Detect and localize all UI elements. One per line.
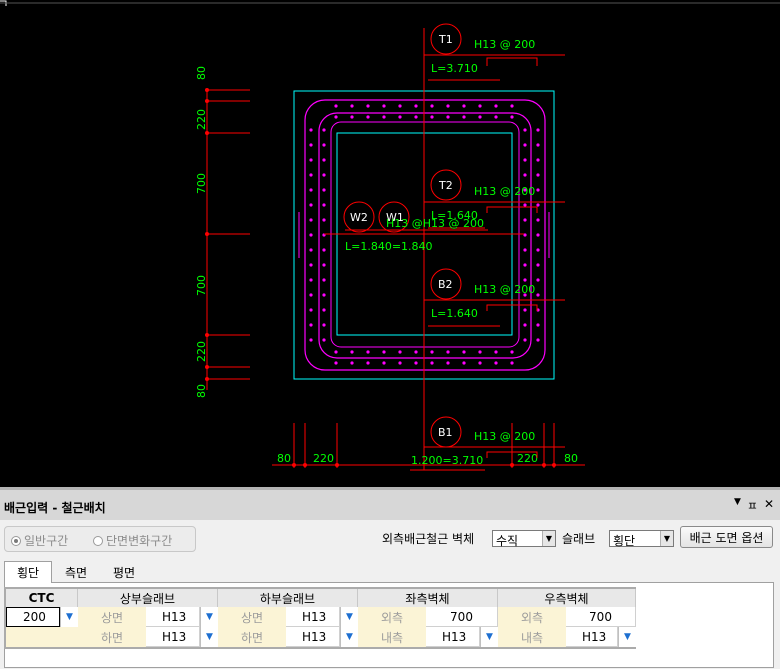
left-dim-6: 80 [195,384,208,398]
slab-value: 횡단 [613,534,636,548]
rebar-label-w: H13 @H13 @ 200 [386,217,484,230]
rebar-label-t1: H13 @ 200 [474,38,535,51]
ctc-empty [6,627,78,647]
inner-rebar-loop [318,112,532,359]
upper-bottom-select[interactable]: H13 [146,627,200,647]
section-type-group: 일반구간 단면변화구간 [4,526,196,552]
left-dim-3: 700 [195,173,208,194]
lower-top-select[interactable]: H13 [286,607,340,627]
right-wall-header: 우측벽체 [498,589,636,607]
ctc-input[interactable]: 200 [6,607,60,627]
rebar-grid: CTC 상부슬래브 하부슬래브 좌측벽체 우측벽체 200 ▼ 상면 H13 ▼… [4,587,636,649]
chevron-down-icon[interactable]: ▼ [480,627,498,647]
left-dim-2: 220 [195,109,208,130]
length-b2: L=1.640 [431,307,478,320]
chevron-down-icon[interactable]: ▼ [200,607,218,627]
lower-bottom-label: 하면 [218,627,286,647]
chevron-down-icon[interactable]: ▼ [340,627,358,647]
left-inner-select[interactable]: H13 [426,627,480,647]
bottom-dim-l2: 220 [313,452,334,465]
rebar-drawing-options-button[interactable]: 배근 도면 옵션 [680,526,773,548]
radio-section-change-label: 단면변화구간 [106,534,173,548]
length-t1: L=3.710 [431,62,478,75]
chevron-down-icon[interactable]: ▼ [618,627,636,647]
upper-slab-header: 상부슬래브 [78,589,218,607]
radio-dot-icon [11,535,21,546]
mark-b2-label: B2 [438,278,453,291]
mark-t2-label: T2 [438,179,453,192]
outer-rebar-loop [304,99,546,371]
length-b1: 1.200=3.710 [411,454,483,467]
left-dim-5: 220 [195,341,208,362]
outer-rebar-label: 외측배근철근 벽체 [382,532,475,546]
rebar-label-b1: H13 @ 200 [474,430,535,443]
tab-side[interactable]: 측면 [54,562,98,582]
left-dim-1: 80 [195,66,208,80]
right-inner-label: 내측 [498,627,566,647]
bottom-dim-l1: 80 [277,452,291,465]
lower-slab-header: 하부슬래브 [218,589,358,607]
chevron-down-icon[interactable]: ▼ [542,531,555,546]
chevron-down-icon[interactable]: ▼ [60,607,78,627]
outer-rebar-value: 수직 [496,534,519,548]
outer-rebar-select[interactable]: 수직 ▼ [492,530,556,548]
rebar-input-panel: 배근입력 - 철근배치 ▼ ㅍ ✕ 일반구간 단면변화구간 외측배근철근 벽체 … [0,487,780,669]
tab-plan[interactable]: 평면 [102,562,146,582]
cad-drawing-area[interactable]: 80 220 700 700 220 80 80 220 220 80 T1 T… [0,0,780,487]
lower-bottom-select[interactable]: H13 [286,627,340,647]
rebar-label-b2: H13 @ 200 [474,283,535,296]
rebar-drawing-canvas[interactable]: 80 220 700 700 220 80 80 220 220 80 T1 T… [0,0,780,487]
right-outer-input[interactable]: 700 [566,607,636,627]
chevron-down-icon[interactable]: ▼ [660,531,673,546]
radio-section-change[interactable]: 단면변화구간 [93,532,172,549]
bottom-dim-r1: 220 [517,452,538,465]
chevron-down-icon[interactable]: ▼ [200,627,218,647]
tab-cross-section[interactable]: 횡단 [4,561,52,583]
slab-select[interactable]: 횡단 ▼ [609,530,674,548]
right-inner-select[interactable]: H13 [566,627,618,647]
upper-top-select[interactable]: H13 [146,607,200,627]
mark-t1-label: T1 [438,33,453,46]
radio-general[interactable]: 일반구간 [11,532,68,549]
slab-label: 슬래브 [562,532,596,546]
right-outer-label: 외측 [498,607,566,627]
left-wall-header: 좌측벽체 [358,589,498,607]
left-inner-label: 내측 [358,627,426,647]
upper-top-label: 상면 [78,607,146,627]
mark-w2-label: W2 [350,211,368,224]
bottom-dim-r2: 80 [564,452,578,465]
radio-dot-icon [93,535,103,546]
radio-general-label: 일반구간 [24,534,69,548]
close-icon[interactable]: ✕ [764,497,774,514]
panel-title: 배근입력 - 철근배치 [4,501,106,515]
upper-bottom-label: 하면 [78,627,146,647]
ctc-header: CTC [6,589,78,607]
panel-menu-icon[interactable]: ▼ [734,497,741,514]
left-dim-4: 700 [195,275,208,296]
rebar-label-t2: H13 @ 200 [474,185,535,198]
left-outer-label: 외측 [358,607,426,627]
pin-icon[interactable]: ㅍ [747,497,758,514]
left-outer-input[interactable]: 700 [426,607,498,627]
chevron-down-icon[interactable]: ▼ [340,607,358,627]
length-w: L=1.840=1.840 [345,240,433,253]
lower-top-label: 상면 [218,607,286,627]
mark-b1-label: B1 [438,426,453,439]
panel-titlebar: 배근입력 - 철근배치 ▼ ㅍ ✕ [0,490,780,520]
